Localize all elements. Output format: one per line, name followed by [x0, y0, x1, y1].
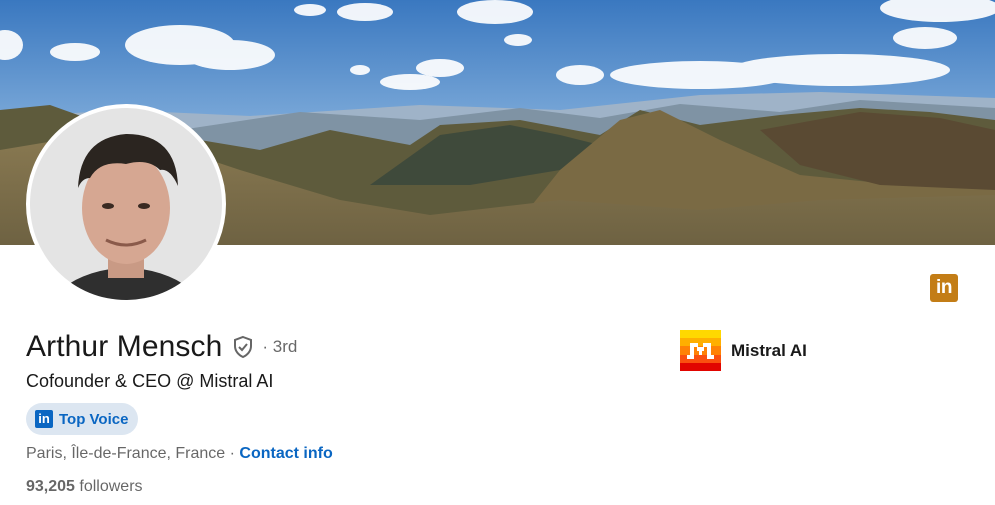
top-voice-label: Top Voice — [59, 410, 129, 428]
profile-photo[interactable] — [26, 104, 226, 304]
followers-label: followers — [79, 478, 143, 495]
company-name: Mistral AI — [731, 340, 807, 360]
location-text: Paris, Île-de-France, France — [26, 445, 226, 462]
current-company[interactable]: Mistral AI — [680, 330, 807, 371]
profile-headline: Cofounder & CEO @ Mistral AI — [26, 371, 274, 391]
top-voice-badge[interactable]: in Top Voice — [26, 403, 139, 435]
contact-info-link[interactable]: Contact info — [239, 445, 332, 462]
linkedin-icon[interactable]: in — [930, 274, 958, 302]
linkedin-icon: in — [35, 410, 53, 428]
separator: · — [225, 445, 240, 462]
location-row: Paris, Île-de-France, France · Contact i… — [26, 445, 333, 463]
connection-degree: · 3rd — [262, 337, 298, 356]
profile-name: Arthur Mensch — [26, 330, 223, 363]
verified-shield-icon[interactable] — [231, 335, 255, 359]
mistral-logo-icon — [680, 330, 721, 371]
followers-row[interactable]: 93,205 followers — [26, 478, 143, 496]
followers-count: 93,205 — [26, 478, 75, 495]
profile-name-row: Arthur Mensch · 3rd — [26, 330, 297, 364]
